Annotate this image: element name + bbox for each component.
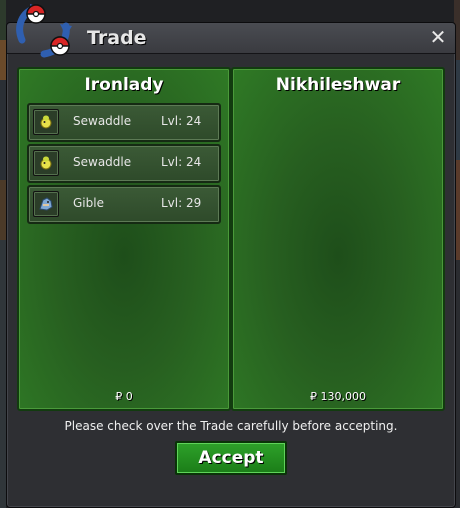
trade-slot[interactable]: Gible Lvl: 29 (27, 185, 221, 224)
window-title: Trade (87, 27, 147, 49)
sewaddle-icon (33, 150, 59, 176)
trade-logo-icon (16, 4, 72, 58)
right-trade-panel: Nikhileshwar ₽ 130,000 (231, 67, 445, 411)
left-trade-panel: Ironlady Sewaddle Lvl: 24 Sewaddle Lvl: … (17, 67, 231, 411)
left-player-name: Ironlady (84, 75, 164, 95)
slot-pokemon-name: Sewaddle (73, 155, 132, 169)
accept-button[interactable]: Accept (175, 441, 287, 475)
trade-notice: Please check over the Trade carefully be… (64, 419, 398, 433)
slot-pokemon-level: Lvl: 24 (161, 155, 202, 169)
sewaddle-icon (33, 109, 59, 135)
trade-slot[interactable]: Sewaddle Lvl: 24 (27, 144, 221, 183)
close-icon[interactable]: ✕ (427, 25, 449, 49)
slot-pokemon-name: Gible (73, 196, 104, 210)
trade-window: Trade ✕ Ironlady Sewaddle Lvl: 24 Sewadd… (6, 22, 456, 508)
slot-pokemon-level: Lvl: 24 (161, 114, 202, 128)
left-money: ₽ 0 (115, 390, 133, 403)
slot-pokemon-name: Sewaddle (73, 114, 132, 128)
right-money: ₽ 130,000 (310, 390, 366, 403)
gible-icon (33, 191, 59, 217)
trade-slot[interactable]: Sewaddle Lvl: 24 (27, 103, 221, 142)
right-player-name: Nikhileshwar (275, 75, 401, 95)
slot-pokemon-level: Lvl: 29 (161, 196, 202, 210)
